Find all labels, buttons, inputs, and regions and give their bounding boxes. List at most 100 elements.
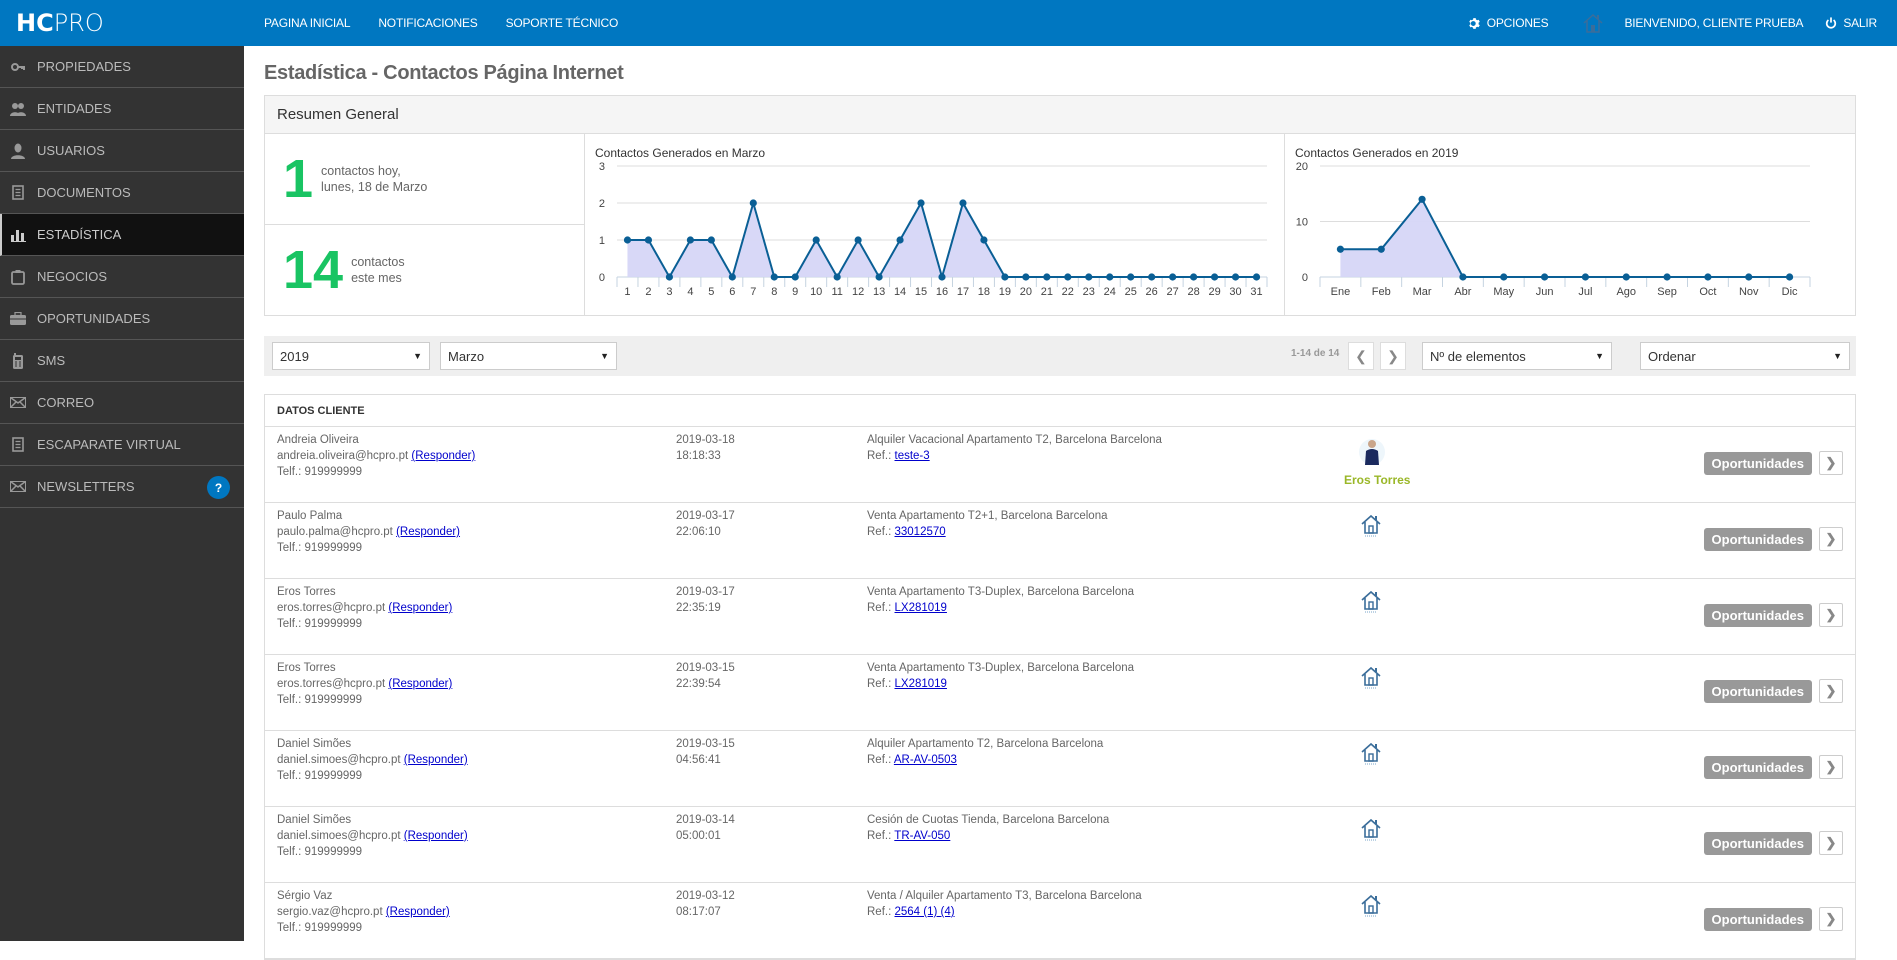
agent	[1350, 513, 1430, 542]
open-contact-button[interactable]: ❯	[1819, 527, 1843, 551]
sidebar-item-correo[interactable]: CORREO	[0, 382, 244, 424]
client-name: Daniel Simões	[277, 738, 352, 750]
per-page-select[interactable]: Nº de elementos ▼	[1422, 342, 1612, 370]
reply-link[interactable]: (Responder)	[396, 526, 460, 538]
opportunities-button[interactable]: Oportunidades	[1703, 680, 1812, 703]
y-tick-label: 0	[599, 272, 605, 284]
contact-date: 2019-03-12	[676, 890, 735, 902]
nav-notifications[interactable]: NOTIFICACIONES	[378, 16, 477, 30]
options-button[interactable]: OPCIONES	[1468, 16, 1549, 30]
sidebar-item-negocios[interactable]: NEGOCIOS	[0, 256, 244, 298]
data-point	[644, 236, 653, 244]
nav-support[interactable]: SOPORTE TÉCNICO	[506, 16, 619, 30]
property-ref-link[interactable]: TR-AV-050	[894, 830, 950, 842]
kpi-month-value: 14	[283, 240, 344, 300]
property-ref-link[interactable]: 2564 (1) (4)	[895, 906, 955, 918]
x-tick-label: 21	[1041, 286, 1053, 298]
open-contact-button[interactable]: ❯	[1819, 603, 1843, 627]
agent	[1350, 817, 1430, 846]
table-row: Sérgio Vaz sergio.vaz@hcpro.pt (Responder…	[265, 883, 1855, 959]
open-contact-button[interactable]: ❯	[1819, 831, 1843, 855]
property-title: Venta Apartamento T3-Duplex, Barcelona B…	[867, 586, 1135, 598]
sidebar-item-oportunidades[interactable]: OPORTUNIDADES	[0, 298, 244, 340]
ref-label: Ref.:	[867, 906, 892, 918]
client-phone: Telf.: 919999999	[277, 770, 363, 782]
sidebar-item-sms[interactable]: SMS	[0, 340, 244, 382]
reply-link[interactable]: (Responder)	[386, 906, 450, 918]
opportunities-button[interactable]: Oportunidades	[1703, 528, 1812, 551]
property-ref-link[interactable]: LX281019	[895, 602, 947, 614]
sidebar-item-entidades[interactable]: ENTIDADES	[0, 88, 244, 130]
welcome-user[interactable]: BIENVENIDO, CLIENTE PRUEBA	[1582, 13, 1804, 33]
opportunities-button[interactable]: Oportunidades	[1703, 908, 1812, 931]
data-point	[1106, 273, 1114, 281]
sidebar-item-usuarios[interactable]: USUARIOS	[0, 130, 244, 172]
property-info: Venta Apartamento T3-Duplex, Barcelona B…	[867, 660, 1134, 692]
y-tick-label: 1	[599, 235, 605, 247]
x-tick-label: 15	[915, 286, 927, 298]
help-button[interactable]: ?	[207, 476, 230, 499]
main-content: Estadística - Contactos Página Internet …	[264, 46, 1856, 960]
reply-link[interactable]: (Responder)	[388, 602, 452, 614]
data-point	[1336, 245, 1345, 253]
opportunities-button[interactable]: Oportunidades	[1703, 832, 1812, 855]
property-ref-link[interactable]: AR-AV-0503	[894, 754, 957, 766]
agency-house-icon	[1359, 893, 1430, 922]
opportunities-button[interactable]: Oportunidades	[1703, 604, 1812, 627]
x-tick-label: Nov	[1739, 286, 1759, 298]
sidebar-item-estad-stica[interactable]: ESTADÍSTICA	[0, 214, 244, 256]
client-email: paulo.palma@hcpro.pt	[277, 526, 393, 538]
contacts-table: DATOS CLIENTE Andreia Oliveira andreia.ol…	[264, 394, 1856, 960]
user-icon	[10, 143, 26, 159]
property-info: Venta Apartamento T3-Duplex, Barcelona B…	[867, 584, 1134, 616]
x-tick-label: Oct	[1699, 286, 1716, 298]
sidebar-item-escaparate-virtual[interactable]: ESCAPARATE VIRTUAL	[0, 424, 244, 466]
logout-button[interactable]: SALIR	[1825, 16, 1877, 30]
x-tick-label: May	[1493, 286, 1514, 298]
open-contact-button[interactable]: ❯	[1819, 679, 1843, 703]
chevron-right-icon: ❯	[1825, 455, 1837, 470]
sidebar-item-label: NEWSLETTERS	[37, 479, 135, 494]
data-point	[1085, 273, 1093, 281]
contact-time: 22:06:10	[676, 526, 721, 538]
open-contact-button[interactable]: ❯	[1819, 907, 1843, 931]
client-phone: Telf.: 919999999	[277, 694, 363, 706]
year-select[interactable]: 2019 ▼	[272, 342, 430, 370]
x-tick-label: Sep	[1657, 286, 1677, 298]
sidebar-item-documentos[interactable]: DOCUMENTOS	[0, 172, 244, 214]
logo[interactable]: HCPRO	[16, 9, 104, 37]
x-tick-label: 6	[729, 286, 735, 298]
open-contact-button[interactable]: ❯	[1819, 755, 1843, 779]
nav-home[interactable]: PAGINA INICIAL	[264, 16, 351, 30]
briefcase-icon	[10, 311, 26, 327]
agent: Eros Torres	[1344, 437, 1430, 488]
opportunities-button[interactable]: Oportunidades	[1703, 756, 1812, 779]
order-select[interactable]: Ordenar ▼	[1640, 342, 1850, 370]
next-page-button[interactable]: ❯	[1380, 342, 1406, 370]
contact-time: 04:56:41	[676, 754, 721, 766]
agent	[1350, 741, 1430, 770]
property-ref-link[interactable]: 33012570	[895, 526, 946, 538]
reply-link[interactable]: (Responder)	[411, 450, 475, 462]
reply-link[interactable]: (Responder)	[388, 678, 452, 690]
opportunities-button[interactable]: Oportunidades	[1703, 452, 1812, 475]
reply-link[interactable]: (Responder)	[404, 754, 468, 766]
x-tick-label: 27	[1167, 286, 1179, 298]
x-tick-label: 23	[1083, 286, 1095, 298]
contact-date: 2019-03-17	[676, 510, 735, 522]
x-tick-label: 9	[792, 286, 798, 298]
contact-date: 2019-03-17	[676, 586, 735, 598]
month-select[interactable]: Marzo ▼	[440, 342, 617, 370]
sidebar-item-newsletters[interactable]: NEWSLETTERS?	[0, 466, 244, 508]
open-contact-button[interactable]: ❯	[1819, 451, 1843, 475]
x-tick-label: 24	[1104, 286, 1116, 298]
property-ref-link[interactable]: LX281019	[895, 678, 947, 690]
data-point	[1704, 273, 1712, 281]
property-info: Cesión de Cuotas Tienda, Barcelona Barce…	[867, 812, 1109, 844]
prev-page-button[interactable]: ❮	[1348, 342, 1374, 370]
x-tick-label: Jul	[1578, 286, 1592, 298]
property-ref-link[interactable]: teste-3	[895, 450, 930, 462]
sidebar-item-propiedades[interactable]: PROPIEDADES	[0, 46, 244, 88]
x-tick-label: 11	[831, 286, 842, 298]
reply-link[interactable]: (Responder)	[404, 830, 468, 842]
